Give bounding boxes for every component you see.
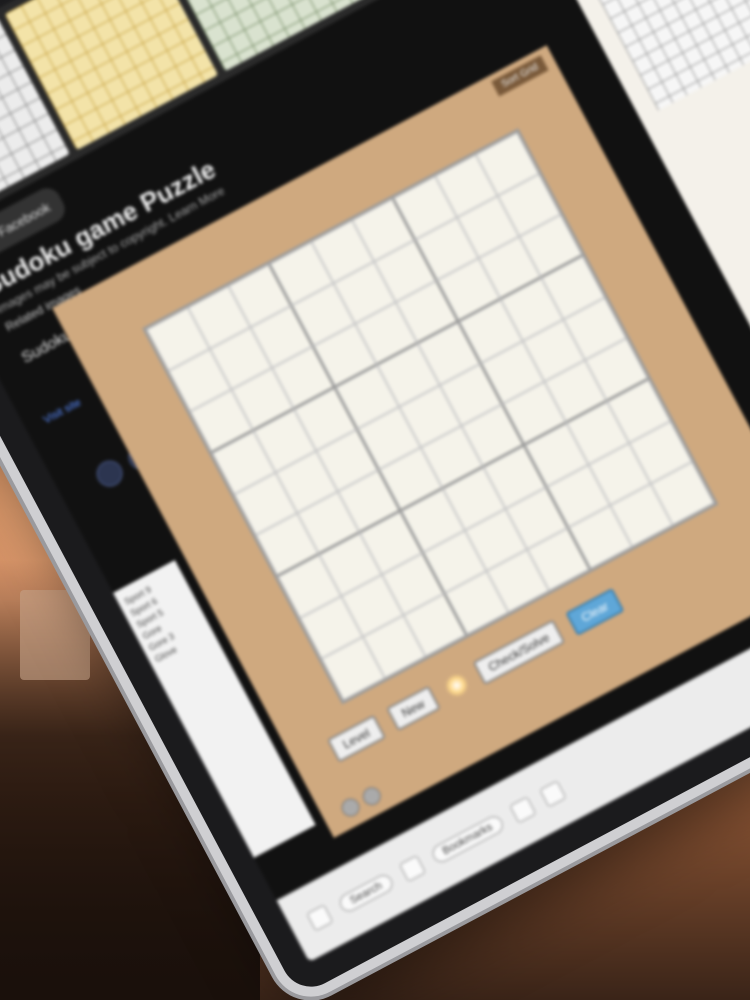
- tool-icon[interactable]: [398, 854, 426, 882]
- visit-site-link[interactable]: Visit site: [42, 397, 84, 427]
- sudoku-board: [142, 128, 719, 705]
- bookmarks-tab[interactable]: Bookmarks: [429, 812, 506, 865]
- menu-icon[interactable]: [306, 903, 334, 931]
- level-select[interactable]: Level: [326, 714, 386, 763]
- tool-icon[interactable]: [509, 795, 537, 824]
- nav-arrows: [338, 784, 384, 820]
- clear-button[interactable]: Clear: [565, 588, 625, 636]
- prev-arrow-icon[interactable]: [338, 795, 363, 820]
- solve-button[interactable]: Check/Solve: [472, 619, 566, 686]
- light-glare: [441, 670, 472, 701]
- desk-object: [20, 590, 90, 680]
- share-icon[interactable]: [92, 455, 128, 492]
- search-tab[interactable]: Search: [336, 871, 396, 915]
- facebook-label: Facebook: [0, 199, 53, 240]
- next-arrow-icon[interactable]: [359, 784, 384, 809]
- tool-icon[interactable]: [539, 780, 567, 808]
- sort-grid-button[interactable]: Sort Grid: [491, 55, 549, 97]
- new-game-button[interactable]: New: [385, 685, 441, 732]
